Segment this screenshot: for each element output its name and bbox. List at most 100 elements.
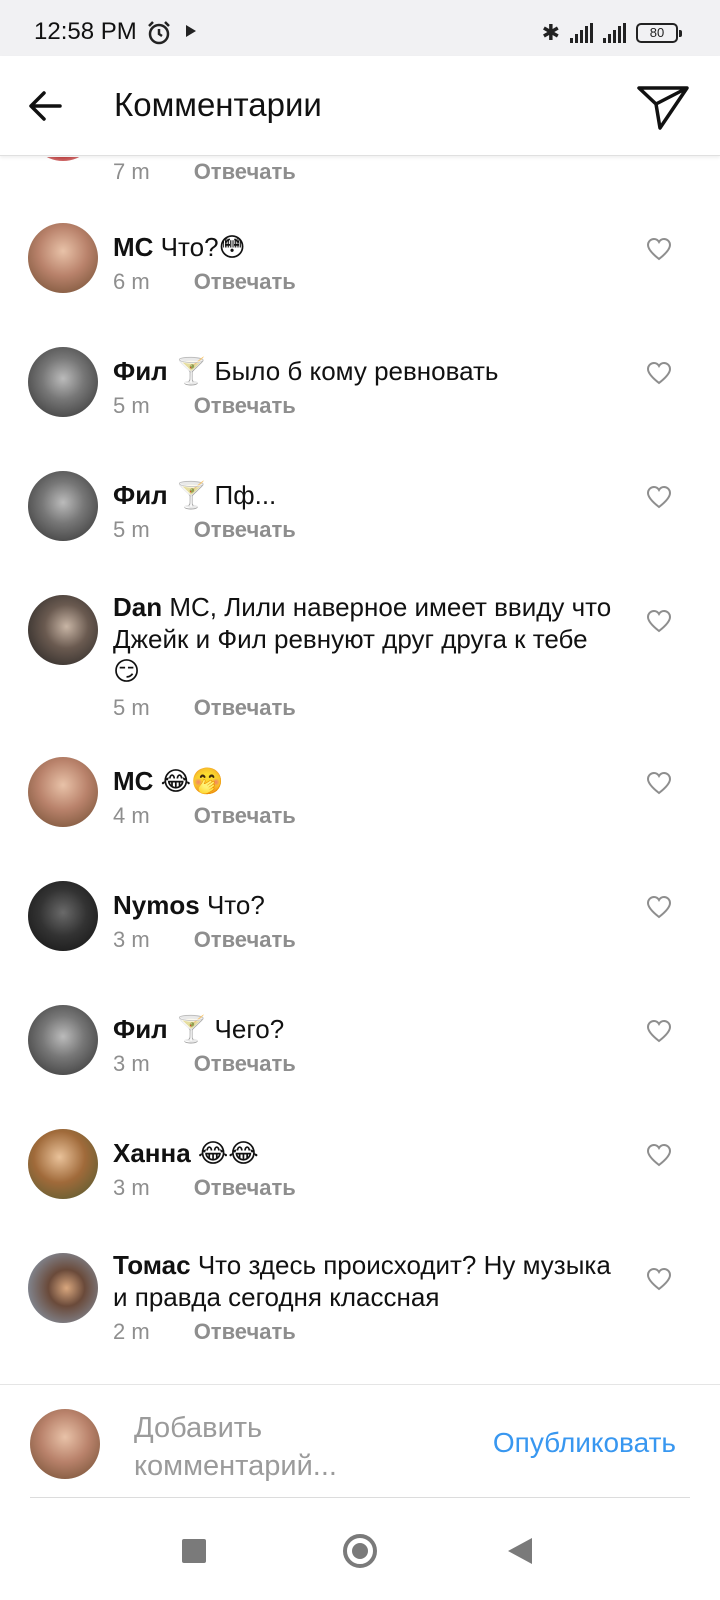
comment-item: Ханна 😂😂 3 m Отвечать bbox=[0, 1129, 720, 1249]
comment-text: Фил 🍸 Чего? bbox=[113, 1013, 613, 1045]
comment-text: Nymos Что? bbox=[113, 889, 613, 921]
heart-icon[interactable] bbox=[646, 361, 672, 385]
comment-time: 6 m bbox=[113, 269, 150, 294]
home-icon[interactable] bbox=[343, 1534, 377, 1568]
avatar[interactable] bbox=[28, 757, 98, 827]
heart-icon[interactable] bbox=[646, 1019, 672, 1043]
comment-time: 3 m bbox=[113, 927, 150, 952]
comment-username[interactable]: MC bbox=[113, 766, 153, 796]
paper-plane-icon[interactable] bbox=[636, 82, 690, 132]
comment-text: Томас Что здесь происходит? Ну музыка и … bbox=[113, 1249, 613, 1313]
comment-username[interactable]: Фил bbox=[113, 480, 168, 510]
avatar[interactable] bbox=[28, 595, 98, 665]
heart-icon[interactable] bbox=[646, 1267, 672, 1291]
back-icon[interactable] bbox=[508, 1538, 532, 1564]
comment-item: Фил 🍸 Было б кому ревновать 5 m Отвечать bbox=[0, 347, 720, 467]
comment-text: MC 😂🤭 bbox=[113, 765, 613, 797]
comment-body: 😂😂 bbox=[197, 1138, 259, 1168]
status-icons: ✱ 80 bbox=[541, 20, 682, 46]
comment-username[interactable]: Nymos bbox=[113, 890, 200, 920]
heart-icon[interactable] bbox=[646, 485, 672, 509]
comment-username[interactable]: Томас bbox=[113, 1250, 191, 1280]
comment-body: Что?😳 bbox=[160, 232, 246, 262]
reply-button[interactable]: Отвечать bbox=[194, 269, 296, 295]
reply-button[interactable]: Отвечать bbox=[194, 159, 296, 185]
divider bbox=[30, 1497, 690, 1498]
comment-meta: 5 m Отвечать bbox=[113, 393, 296, 419]
arrow-left-icon[interactable] bbox=[22, 82, 70, 130]
comment-time: 5 m bbox=[113, 393, 150, 418]
status-bar: 12:58 PM ✱ 80 bbox=[0, 0, 720, 56]
comment-username[interactable]: Фил bbox=[113, 356, 168, 386]
reply-button[interactable]: Отвечать bbox=[194, 695, 296, 721]
comment-time: 2 m bbox=[113, 1319, 150, 1344]
comment-time: 3 m bbox=[113, 1175, 150, 1200]
avatar[interactable] bbox=[28, 223, 98, 293]
comment-item: MC 😂🤭 4 m Отвечать bbox=[0, 757, 720, 877]
alarm-icon bbox=[148, 21, 170, 45]
battery-level: 80 bbox=[649, 25, 665, 40]
comment-meta: 4 m Отвечать bbox=[113, 803, 296, 829]
comment-text: Фил 🍸 Пф... bbox=[113, 479, 613, 511]
comment-time: 7 m bbox=[113, 159, 150, 184]
comment-item: Dan MC, Лили наверное имеет ввиду что Дж… bbox=[0, 592, 720, 735]
comment-item: Томас Что здесь происходит? Ну музыка и … bbox=[0, 1250, 720, 1384]
comment-time: 3 m bbox=[113, 1051, 150, 1076]
battery-icon: 80 bbox=[636, 23, 682, 43]
comment-text: MC Что?😳 bbox=[113, 231, 613, 263]
comment-meta: 3 m Отвечать bbox=[113, 1175, 296, 1201]
comment-input[interactable]: Добавить комментарий... bbox=[134, 1409, 434, 1485]
reply-button[interactable]: Отвечать bbox=[194, 803, 296, 829]
comment-text: Dan MC, Лили наверное имеет ввиду что Дж… bbox=[113, 591, 613, 687]
reply-button[interactable]: Отвечать bbox=[194, 1051, 296, 1077]
comment-meta: 2 m Отвечать bbox=[113, 1319, 296, 1345]
comment-text: Ханна 😂😂 bbox=[113, 1137, 613, 1169]
comment-meta: 3 m Отвечать bbox=[113, 1051, 296, 1077]
bluetooth-icon: ✱ bbox=[541, 20, 560, 45]
comment-item: Фил 🍸 Пф... 5 m Отвечать bbox=[0, 471, 720, 591]
heart-icon[interactable] bbox=[646, 609, 672, 633]
heart-icon[interactable] bbox=[646, 895, 672, 919]
header: Комментарии bbox=[0, 56, 720, 156]
comment-body: 🍸 Было б кому ревновать bbox=[174, 356, 499, 386]
avatar[interactable] bbox=[28, 881, 98, 951]
avatar[interactable] bbox=[28, 1129, 98, 1199]
reply-button[interactable]: Отвечать bbox=[194, 1175, 296, 1201]
comment-meta: 7 m Отвечать bbox=[113, 159, 296, 185]
comment-time: 4 m bbox=[113, 803, 150, 828]
heart-icon[interactable] bbox=[646, 237, 672, 261]
avatar bbox=[30, 1409, 100, 1479]
comment-meta: 6 m Отвечать bbox=[113, 269, 296, 295]
comment-meta: 5 m Отвечать bbox=[113, 695, 296, 721]
heart-icon[interactable] bbox=[646, 1143, 672, 1167]
comment-username[interactable]: MC bbox=[113, 232, 153, 262]
signal-icon-2 bbox=[603, 23, 626, 43]
reply-button[interactable]: Отвечать bbox=[194, 393, 296, 419]
comment-body: 🍸 Чего? bbox=[174, 1014, 285, 1044]
reply-button[interactable]: Отвечать bbox=[194, 517, 296, 543]
comment-body: 🍸 Пф... bbox=[174, 480, 277, 510]
avatar[interactable] bbox=[28, 157, 98, 161]
comment-partial: 7 m Отвечать bbox=[0, 157, 720, 197]
comment-username[interactable]: Фил bbox=[113, 1014, 168, 1044]
comment-username[interactable]: Dan bbox=[113, 592, 162, 622]
reply-button[interactable]: Отвечать bbox=[194, 927, 296, 953]
comment-body: MC, Лили наверное имеет ввиду что Джейк … bbox=[113, 592, 612, 686]
comment-meta: 5 m Отвечать bbox=[113, 517, 296, 543]
avatar[interactable] bbox=[28, 347, 98, 417]
avatar[interactable] bbox=[28, 1005, 98, 1075]
reply-button[interactable]: Отвечать bbox=[194, 1319, 296, 1345]
publish-button[interactable]: Опубликовать bbox=[493, 1427, 676, 1459]
comment-item: Nymos Что? 3 m Отвечать bbox=[0, 881, 720, 1001]
signal-icon bbox=[570, 23, 593, 43]
comment-body: Что? bbox=[206, 890, 265, 920]
comments-list[interactable]: 7 m Отвечать MC Что?😳 6 m Отвечать Фил 🍸… bbox=[0, 157, 720, 1384]
heart-icon[interactable] bbox=[646, 771, 672, 795]
comment-username[interactable]: Ханна bbox=[113, 1138, 191, 1168]
avatar[interactable] bbox=[28, 471, 98, 541]
comment-body: 😂🤭 bbox=[160, 766, 224, 796]
status-time: 12:58 PM bbox=[34, 18, 137, 45]
avatar[interactable] bbox=[28, 1253, 98, 1323]
recents-icon[interactable] bbox=[182, 1539, 206, 1563]
comment-text: Фил 🍸 Было б кому ревновать bbox=[113, 355, 613, 387]
